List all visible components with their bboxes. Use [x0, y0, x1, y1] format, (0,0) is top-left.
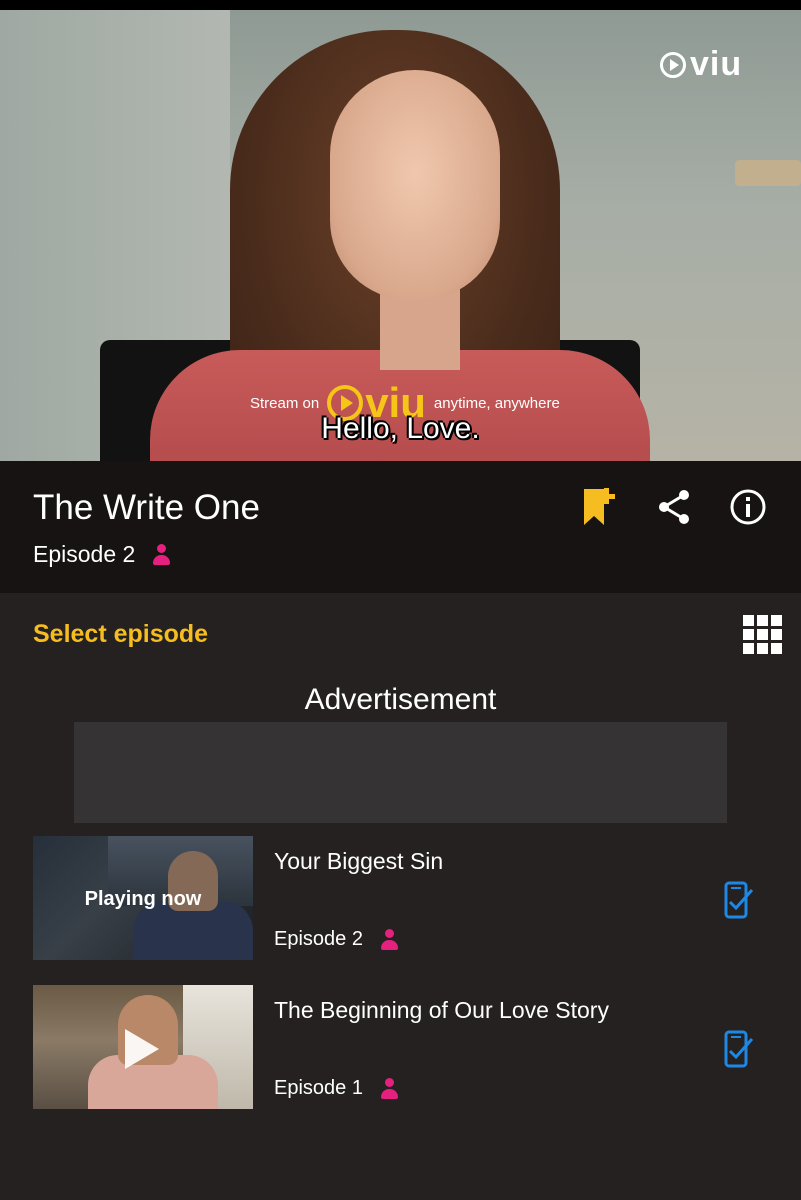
episode-list-item[interactable]: Playing now Your Biggest Sin Episode 2: [0, 836, 801, 961]
promo-prefix: Stream on: [250, 394, 320, 412]
download-to-phone-icon[interactable]: [722, 1029, 754, 1069]
share-icon: [659, 490, 689, 524]
viu-play-circle-icon: [660, 51, 686, 78]
episode-number: Episode 1: [274, 1077, 398, 1100]
episode-number: Episode 2: [274, 928, 398, 951]
grid-icon: [743, 615, 782, 654]
show-title: The Write One: [33, 488, 260, 527]
episode-thumbnail[interactable]: Playing now: [33, 836, 253, 960]
advertisement-label: Advertisement: [304, 683, 497, 716]
viu-watermark: viu: [660, 45, 742, 84]
episode-title: Your Biggest Sin: [274, 848, 444, 874]
bookmark-add-icon: [584, 488, 615, 525]
select-episode-heading: Select episode: [33, 620, 209, 648]
video-subtitle: Hello, Love.: [321, 412, 480, 445]
play-icon[interactable]: [125, 1029, 159, 1069]
current-episode: Episode 2: [33, 541, 171, 568]
person-icon: [380, 1077, 398, 1100]
promo-suffix: anytime, anywhere: [433, 394, 560, 412]
share-button[interactable]: [652, 485, 696, 529]
episode-grid-button[interactable]: [742, 614, 784, 656]
playing-now-label: Playing now: [84, 888, 202, 910]
person-icon: [153, 543, 171, 566]
download-to-phone-icon[interactable]: [722, 880, 754, 920]
episode-title: The Beginning of Our Love Story: [274, 997, 609, 1023]
episode-list-item[interactable]: The Beginning of Our Love Story Episode …: [0, 985, 801, 1110]
bookmark-add-button[interactable]: [576, 485, 620, 529]
video-person-face: [330, 70, 500, 300]
episode-thumbnail[interactable]: [33, 985, 253, 1109]
info-icon: [730, 489, 766, 525]
status-strip: [0, 0, 801, 10]
person-icon: [380, 928, 398, 951]
video-shelf: [735, 160, 801, 186]
advertisement-banner[interactable]: [74, 722, 727, 823]
current-episode-label: Episode 2: [33, 541, 136, 567]
info-button[interactable]: [726, 485, 770, 529]
video-player[interactable]: viu Stream on viu anytime, anywhere Hell…: [0, 10, 801, 461]
